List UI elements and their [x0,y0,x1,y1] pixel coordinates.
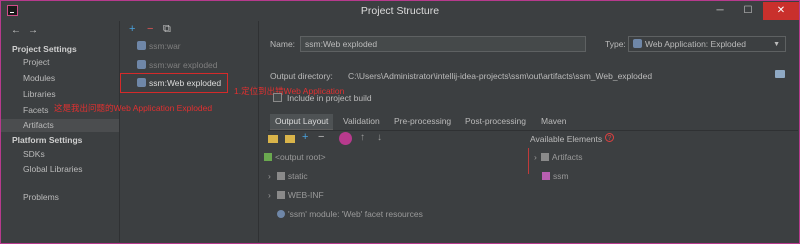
project-settings-heading: Project Settings [12,44,77,54]
back-arrow-icon[interactable]: ← [11,25,21,36]
tab-maven[interactable]: Maven [536,114,572,129]
tab-pre-processing[interactable]: Pre-processing [389,114,456,129]
artifact-icon [137,60,146,69]
sidebar-item-project[interactable]: Project [1,56,119,69]
sidebar-item-global-libraries[interactable]: Global Libraries [1,163,119,176]
sidebar-item-problems[interactable]: Problems [1,191,119,204]
tab-output-layout[interactable]: Output Layout [270,114,334,131]
type-label: Type: [605,39,626,49]
chevron-down-icon: ▼ [773,41,780,48]
create-archive-icon[interactable] [285,135,295,143]
close-button[interactable]: ✕ [763,2,799,20]
sidebar-item-libraries[interactable]: Libraries [1,88,119,101]
artifact-icon [137,41,146,50]
include-in-build-checkbox[interactable] [273,93,282,102]
available-item-ssm[interactable]: ssm [542,171,569,181]
sidebar-item-modules[interactable]: Modules [1,72,119,85]
name-label: Name: [270,39,296,49]
help-icon[interactable]: ? [605,133,614,142]
folder-icon [276,172,285,180]
folder-browse-icon[interactable] [775,70,785,78]
tree-item-facet-resources[interactable]: 'ssm' module: 'Web' facet resources [277,209,423,219]
artifact-item[interactable]: ssm:war [137,39,181,53]
module-icon [542,172,550,180]
chevron-right-icon: › [268,171,271,181]
output-directory-value[interactable]: C:\Users\Administrator\intellij-idea-pro… [348,71,652,81]
new-directory-icon[interactable] [268,135,278,143]
tab-divider [268,130,798,131]
tree-item-output-root[interactable]: <output root> [264,152,326,162]
add-artifact-icon[interactable]: + [129,23,135,35]
folder-icon [276,191,285,199]
sidebar-item-sdks[interactable]: SDKs [1,148,119,161]
maximize-button[interactable]: ☐ [734,2,762,20]
tree-item-web-inf[interactable]: › WEB-INF [268,190,324,200]
artifacts-panel: + − ⧉ ssm:war ssm:war exploded ssm:Web e… [119,21,259,242]
window-title: Project Structure [360,5,440,17]
move-up-icon[interactable]: ↑ [360,132,365,143]
include-in-build-label: Include in project build [287,93,372,103]
annotation-problem: 这是我出问题的Web Application Exploded [54,103,213,113]
web-exploded-icon [633,39,642,48]
remove-artifact-icon[interactable]: − [147,23,153,35]
platform-settings-heading: Platform Settings [12,135,83,145]
name-field[interactable]: ssm:Web exploded [300,36,586,52]
panel-divider [528,148,529,174]
forward-arrow-icon[interactable]: → [28,25,38,36]
artifact-item[interactable]: ssm:war exploded [137,58,218,72]
available-item-artifacts[interactable]: › Artifacts [534,152,583,162]
add-element-icon[interactable]: + [302,131,308,143]
chevron-right-icon: › [534,152,537,162]
output-directory-label: Output directory: [270,71,333,81]
settings-sidebar: ← → Project Settings Project Modules Lib… [1,21,119,242]
chevron-right-icon: › [268,190,271,200]
annotation-highlight-box [120,73,228,93]
available-elements-heading: Available Elements [530,134,603,144]
minimize-button[interactable]: ─ [706,2,734,20]
title-bar: Project Structure ─ ☐ ✕ [1,1,799,21]
type-select[interactable]: Web Application: Exploded ▼ [628,36,786,52]
output-root-icon [264,153,272,161]
tree-item-static[interactable]: › static [268,171,308,181]
sidebar-item-artifacts[interactable]: Artifacts [1,119,119,132]
folder-icon [540,153,549,161]
remove-element-icon[interactable]: − [318,131,324,143]
tab-validation[interactable]: Validation [338,114,385,129]
extract-artifact-icon[interactable] [339,132,352,145]
move-down-icon[interactable]: ↓ [377,132,382,143]
web-facet-icon [277,210,285,218]
copy-artifact-icon[interactable]: ⧉ [163,23,171,36]
tab-post-processing[interactable]: Post-processing [460,114,531,129]
